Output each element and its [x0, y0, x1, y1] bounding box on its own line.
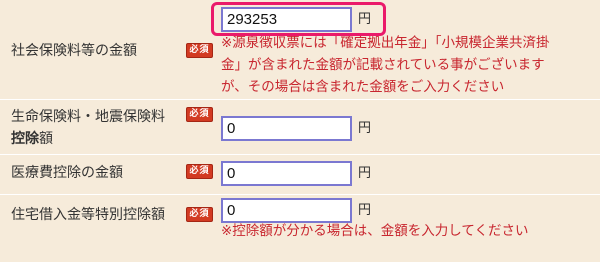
required-badge: 必須	[186, 164, 213, 179]
medical-expense-label: 医療費控除の金額	[11, 165, 123, 181]
life-insurance-label-line-2: 控除額	[11, 128, 53, 150]
required-badge: 必須	[186, 43, 213, 58]
yen-unit: 円	[358, 121, 372, 136]
deduction-form: 社会保険料等の金額 必須 円 ※源泉徴収票には「確定拠出年金」「小規模企業共済掛…	[0, 0, 600, 262]
life-insurance-row: 生命保険料・地震保険料 控除額 必須 円	[0, 100, 600, 153]
social-insurance-label: 社会保険料等の金額	[11, 43, 137, 59]
required-badge: 必須	[186, 107, 213, 122]
life-insurance-label-bold: 控除	[11, 131, 39, 147]
required-badge: 必須	[186, 207, 213, 222]
housing-loan-label: 住宅借入金等特別控除額	[11, 207, 165, 223]
housing-loan-note: ※控除額が分かる場合は、金額を入力してください	[221, 223, 529, 239]
medical-expense-input[interactable]	[221, 161, 352, 186]
life-insurance-label-line-1: 生命保険料・地震保険料	[11, 109, 165, 125]
social-insurance-note-line-3: が、その場合は含まれた金額をご入力ください	[221, 79, 505, 95]
yen-unit: 円	[358, 166, 372, 181]
housing-loan-row: 住宅借入金等特別控除額 必須 円 ※控除額が分かる場合は、金額を入力してください	[0, 195, 600, 262]
life-insurance-input[interactable]	[221, 116, 352, 141]
input-highlight-frame	[211, 2, 386, 36]
life-insurance-label-rest: 額	[39, 131, 53, 147]
social-insurance-note-line-2: 金」が含まれた金額が記載されている事がございます	[221, 57, 545, 73]
medical-expense-row: 医療費控除の金額 必須 円	[0, 155, 600, 194]
